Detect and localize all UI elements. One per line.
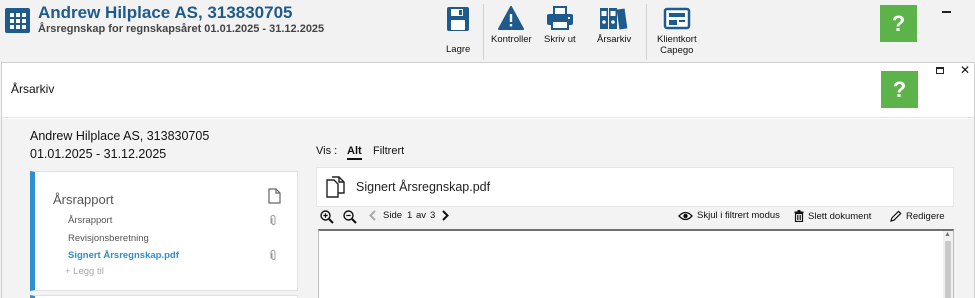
edit-label: Rediger	[906, 210, 940, 222]
close-icon[interactable]: ✕	[960, 64, 970, 76]
document-icon[interactable]	[268, 188, 281, 204]
paperclip-icon[interactable]	[270, 250, 277, 261]
company-name: Andrew Hilplace AS, 313830705	[30, 129, 210, 143]
page-label: Side	[383, 210, 403, 221]
delete-document-label: Slett dokument	[808, 210, 872, 222]
edit-button[interactable]: Rediger e	[890, 210, 945, 222]
annual-archive-button[interactable]: Årsarkiv	[597, 6, 631, 45]
prev-page-button[interactable]	[369, 210, 380, 221]
eye-icon	[678, 211, 693, 220]
document-group-card: Årsrapport Årsrapport Revisjonsberetning…	[30, 171, 298, 291]
app-menu-icon[interactable]	[5, 8, 30, 33]
pencil-icon	[890, 210, 902, 222]
viewer-scrollbar[interactable]: ▲	[943, 231, 953, 298]
group-title: Årsrapport	[53, 192, 114, 207]
zoom-out-button[interactable]	[343, 210, 361, 224]
chevron-right-icon	[442, 210, 449, 221]
printer-icon	[546, 6, 573, 30]
dialog-header: Årsarkiv ? ✕	[2, 63, 974, 118]
dialog-help-button[interactable]: ?	[881, 71, 918, 108]
toolbar-divider	[646, 4, 647, 60]
company-title: Andrew Hilplace AS, 313830705	[38, 3, 293, 22]
maximize-icon[interactable]	[936, 67, 944, 74]
zoom-in-button[interactable]	[320, 210, 338, 224]
list-item-selected[interactable]: Signert Årsregnskap.pdf	[68, 250, 179, 261]
warning-icon	[498, 6, 525, 30]
toolbar-divider	[483, 4, 484, 60]
save-button[interactable]: Lagre	[446, 6, 470, 55]
minimize-icon[interactable]	[942, 11, 951, 13]
client-card-label-2: Capego	[660, 45, 694, 56]
filter-all-tab[interactable]: Alt	[347, 145, 362, 160]
help-button[interactable]: ?	[880, 5, 917, 42]
file-header: Signert Årsregnskap.pdf	[316, 167, 954, 207]
hide-in-filtered-button[interactable]: Skjul i filtrert modus	[678, 210, 780, 221]
check-label: Kontroller	[491, 34, 532, 45]
scroll-thumb[interactable]	[945, 241, 951, 298]
next-page-button[interactable]	[442, 210, 453, 221]
pdf-viewer[interactable]: ▲	[318, 229, 954, 298]
fiscal-year-subtitle: Årsregnskap for regnskapsåret 01.01.2025…	[38, 23, 325, 35]
filter-filtered-tab[interactable]: Filtrert	[373, 145, 404, 157]
page-current[interactable]: 1	[407, 210, 412, 221]
print-button[interactable]: Skriv ut	[544, 6, 576, 45]
id-card-icon	[663, 7, 691, 30]
paperclip-icon[interactable]	[270, 215, 277, 226]
edit-label-suffix: e	[939, 210, 945, 222]
annual-archive-label: Årsarkiv	[597, 34, 632, 45]
save-label: Lagre	[446, 44, 471, 55]
annual-archive-dialog: Årsarkiv ? ✕ Andrew Hilplace AS, 3138307…	[1, 62, 975, 298]
dialog-title: Årsarkiv	[11, 82, 55, 96]
page-total: 3	[430, 210, 436, 221]
trash-icon	[794, 210, 804, 222]
client-card-label: Klientkort	[657, 34, 697, 45]
zoom-in-icon	[320, 210, 334, 224]
dialog-body: Andrew Hilplace AS, 313830705 01.01.2025…	[2, 119, 974, 298]
chevron-left-icon	[369, 210, 376, 221]
period: 01.01.2025 - 31.12.2025	[30, 147, 167, 161]
binders-icon	[600, 8, 628, 30]
page-of-label: av	[416, 210, 427, 221]
scroll-up-arrow-icon[interactable]: ▲	[944, 231, 951, 239]
viewer-toolbar: Side 1 av 3 Skjul i filtrert modus Slett…	[316, 209, 954, 227]
list-item[interactable]: Revisjonsberetning	[68, 233, 149, 244]
save-icon	[447, 7, 470, 31]
delete-document-button[interactable]: Slett dokument	[794, 210, 871, 222]
add-document-link[interactable]: + Legg til	[65, 266, 104, 277]
client-card-button[interactable]: Klientkort Capego	[657, 6, 697, 56]
app-header: Andrew Hilplace AS, 313830705 Årsregnska…	[0, 0, 975, 64]
view-label: Vis :	[316, 145, 338, 157]
check-button[interactable]: Kontroller	[491, 6, 532, 45]
hide-in-filtered-label: Skjul i filtrert modus	[697, 210, 780, 221]
file-name: Signert Årsregnskap.pdf	[356, 180, 491, 194]
print-label: Skriv ut	[544, 34, 576, 45]
list-item[interactable]: Årsrapport	[68, 215, 112, 226]
zoom-out-icon	[343, 210, 357, 224]
documents-icon	[326, 176, 345, 198]
